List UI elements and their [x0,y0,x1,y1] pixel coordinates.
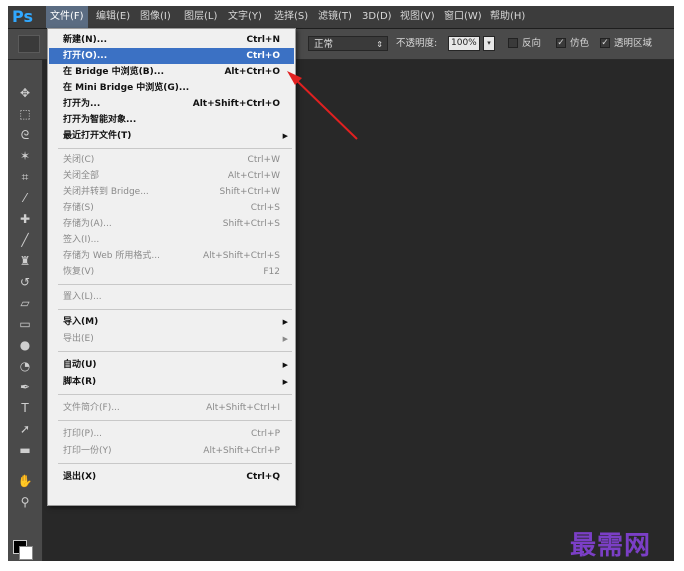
watermark-logo: 最需网 [570,531,652,561]
annotation-arrow [287,71,358,140]
arrow-line [291,75,358,140]
